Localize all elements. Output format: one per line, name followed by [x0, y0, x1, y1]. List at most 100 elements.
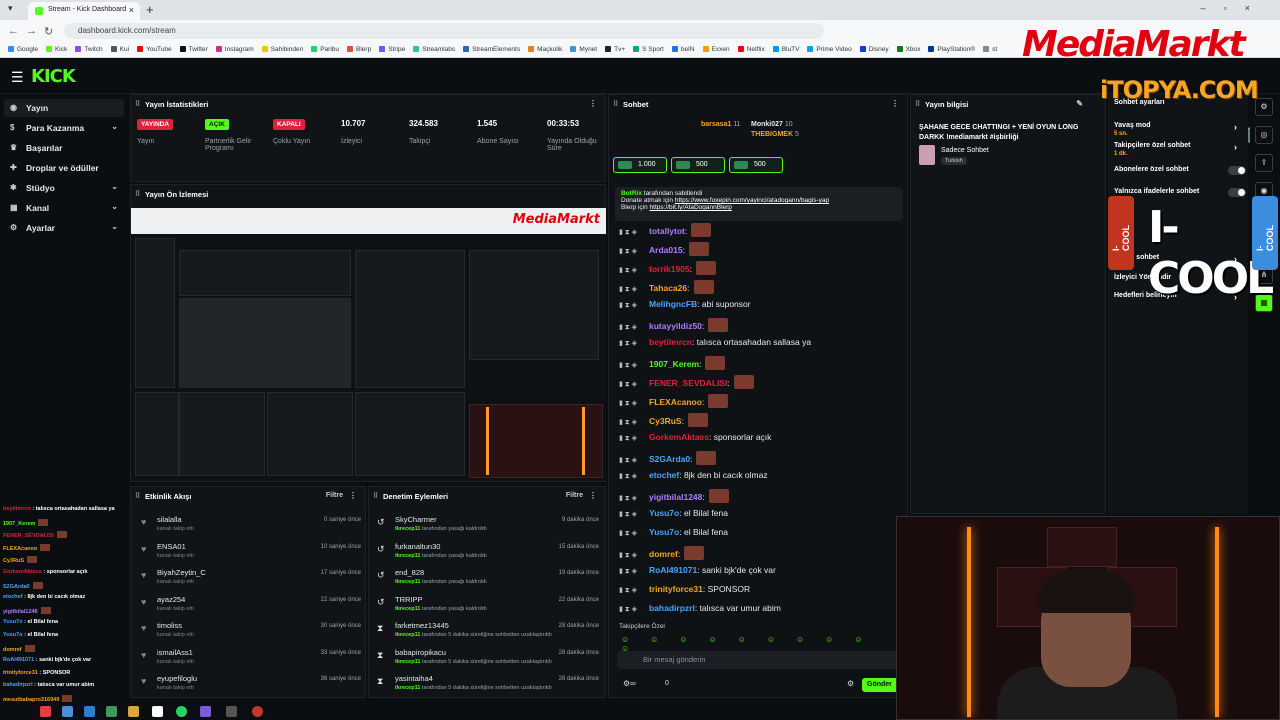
- bookmark-item[interactable]: Netflix: [737, 46, 765, 53]
- leaderboard-entry[interactable]: Monki027 10: [751, 121, 793, 128]
- mod-actions-icon[interactable]: ▮ ⧗ ◈: [619, 456, 649, 465]
- moderated-user[interactable]: yasintaiha4: [395, 674, 433, 683]
- chat-username[interactable]: Yusu7o: [649, 508, 679, 518]
- bookmark-item[interactable]: Stripe: [379, 46, 405, 53]
- drag-handle-icon[interactable]: ⠿: [135, 100, 140, 108]
- mod-actions-icon[interactable]: ▮ ⧗ ◈: [619, 266, 649, 275]
- drag-handle-icon[interactable]: ⠿: [135, 190, 140, 198]
- moderator-name[interactable]: tkrecep11: [395, 526, 420, 532]
- moderated-user[interactable]: end_828: [395, 568, 424, 577]
- mod-actions-icon[interactable]: ▮ ⧗ ◈: [619, 418, 649, 427]
- follower-name[interactable]: ENSA01: [157, 542, 186, 551]
- chat-username[interactable]: Arda015: [649, 245, 683, 255]
- bookmark-item[interactable]: Google: [8, 46, 38, 53]
- emote-bar[interactable]: ☺☺☺☺☺☺☺☺☺☺: [621, 635, 897, 653]
- moderator-name[interactable]: tkrecep11: [395, 659, 420, 665]
- menu-icon[interactable]: ☰: [11, 69, 24, 86]
- bookmark-item[interactable]: Xbox: [896, 46, 920, 53]
- mod-actions-icon[interactable]: ▮ ⧗ ◈: [619, 529, 649, 538]
- taskbar-app-icon[interactable]: [152, 706, 163, 717]
- bookmark-item[interactable]: BluTV: [772, 46, 799, 53]
- drag-handle-icon[interactable]: ⠿: [613, 100, 618, 108]
- tag-chip[interactable]: Turkish: [941, 157, 967, 165]
- sidebar-item-1[interactable]: $ Para Kazanma ⌄: [4, 119, 124, 137]
- taskbar-app-icon[interactable]: [128, 706, 139, 717]
- follower-name[interactable]: BiyahZeytin_C: [157, 568, 206, 577]
- bookmark-item[interactable]: Maçkolik: [528, 46, 562, 53]
- chat-setting-item[interactable]: Abonelere özel sohbet: [1114, 166, 1250, 175]
- mod-actions-icon[interactable]: ▮ ⧗ ◈: [619, 567, 649, 576]
- bookmark-item[interactable]: YouTube: [137, 46, 172, 53]
- moderator-name[interactable]: tkrecep11: [395, 632, 420, 638]
- chat-username[interactable]: trinityforce31: [649, 584, 703, 594]
- chat-username[interactable]: Tahaca26: [649, 283, 687, 293]
- bookmark-item[interactable]: st: [983, 46, 997, 53]
- bookmark-item[interactable]: Prime Video: [807, 46, 852, 53]
- bookmark-item[interactable]: Tv+: [605, 46, 625, 53]
- chat-username[interactable]: yigitbilal1248: [649, 492, 702, 502]
- window-controls[interactable]: –▫×: [1201, 3, 1268, 13]
- chat-username[interactable]: beytilmrcn: [649, 337, 692, 347]
- mod-actions-icon[interactable]: ▮ ⧗ ◈: [619, 434, 649, 443]
- chat-username[interactable]: kutayyildiz50: [649, 321, 702, 331]
- bookmark-item[interactable]: Kui: [110, 46, 129, 53]
- chat-username[interactable]: GorkemAktass: [649, 432, 709, 442]
- chat-username[interactable]: 1907_Kerem: [649, 359, 699, 369]
- taskbar-app-icon[interactable]: [200, 706, 211, 717]
- bookmark-item[interactable]: Kick: [45, 46, 67, 53]
- chat-username[interactable]: RoAl491071: [649, 565, 697, 575]
- mod-actions-icon[interactable]: ▮ ⧗ ◈: [619, 510, 649, 519]
- mod-actions-icon[interactable]: ▮ ⧗ ◈: [619, 551, 649, 560]
- upload-icon[interactable]: ⇪: [1255, 154, 1273, 172]
- mod-actions-icon[interactable]: ▮ ⧗ ◈: [619, 361, 649, 370]
- bookmark-item[interactable]: S Sport: [633, 46, 664, 53]
- back-icon[interactable]: ←: [8, 25, 19, 37]
- moderated-user[interactable]: TRRIPP: [395, 595, 423, 604]
- edit-icon[interactable]: ✎: [1076, 99, 1083, 108]
- chat-setting-item[interactable]: Yavaş mod 5 sn. ›: [1114, 122, 1250, 137]
- drag-handle-icon[interactable]: ⠿: [135, 492, 140, 500]
- browser-tab[interactable]: Stream - Kick Dashboard ×: [28, 2, 140, 20]
- chat-username[interactable]: bahadirpzrl: [649, 603, 695, 613]
- leaderboard-entry[interactable]: barsasa1 11: [701, 121, 741, 128]
- chat-username[interactable]: MelihgncFB: [649, 299, 697, 309]
- chat-username[interactable]: S2GArda0: [649, 454, 690, 464]
- bookmark-item[interactable]: Paribu: [311, 46, 339, 53]
- follower-name[interactable]: ismailAss1: [157, 648, 193, 657]
- chat-username[interactable]: FLEXAcanoo: [649, 397, 702, 407]
- moderator-name[interactable]: tkrecep11: [395, 579, 420, 585]
- close-tab-icon[interactable]: ×: [129, 5, 134, 15]
- bookmark-item[interactable]: Sahibinden: [261, 46, 303, 53]
- bookmark-item[interactable]: Exxen: [702, 46, 730, 53]
- follower-name[interactable]: eyupefiloglu: [157, 674, 197, 683]
- forward-icon[interactable]: →: [26, 25, 37, 37]
- gift-leader-chip[interactable]: 500: [671, 157, 725, 173]
- reload-icon[interactable]: ↻: [44, 25, 53, 38]
- moderator-name[interactable]: tkrecep11: [395, 606, 420, 612]
- mod-actions-icon[interactable]: ▮ ⧗ ◈: [619, 323, 649, 332]
- taskbar-app-icon[interactable]: [176, 706, 187, 717]
- drag-handle-icon[interactable]: ⠿: [373, 492, 378, 500]
- mod-actions-icon[interactable]: ▮ ⧗ ◈: [619, 605, 649, 614]
- more-options-icon[interactable]: ⋮: [589, 99, 597, 108]
- gift-leader-chip[interactable]: 500: [729, 157, 783, 173]
- sidebar-item-3[interactable]: ✚ Droplar ve ödüller: [4, 159, 124, 177]
- bookmark-item[interactable]: beIN: [671, 46, 695, 53]
- more-options-icon[interactable]: ⋮: [589, 491, 597, 500]
- chat-username[interactable]: FENER_SEVDALISI: [649, 378, 727, 388]
- toggle-switch[interactable]: [1228, 166, 1246, 175]
- chat-setting-item[interactable]: Yalnızca ifadelerle sohbet: [1114, 188, 1250, 197]
- mod-actions-icon[interactable]: ▮ ⧗ ◈: [619, 339, 649, 348]
- bookmark-item[interactable]: Disney: [859, 46, 889, 53]
- taskbar-app-icon[interactable]: [62, 706, 73, 717]
- bookmark-item[interactable]: Twitter: [179, 46, 208, 53]
- viewer-icon[interactable]: ⚙∞: [623, 679, 636, 688]
- taskbar-app-icon[interactable]: [40, 706, 51, 717]
- more-options-icon[interactable]: ⋮: [349, 491, 357, 500]
- mod-actions-icon[interactable]: ▮ ⧗ ◈: [619, 494, 649, 503]
- bookmark-item[interactable]: StreamElements: [463, 46, 520, 53]
- bookmark-item[interactable]: Instagram: [215, 46, 254, 53]
- filter-button[interactable]: Filtre: [566, 492, 583, 499]
- chat-username[interactable]: Cy3RuS: [649, 416, 682, 426]
- target-icon[interactable]: ◎: [1255, 126, 1273, 144]
